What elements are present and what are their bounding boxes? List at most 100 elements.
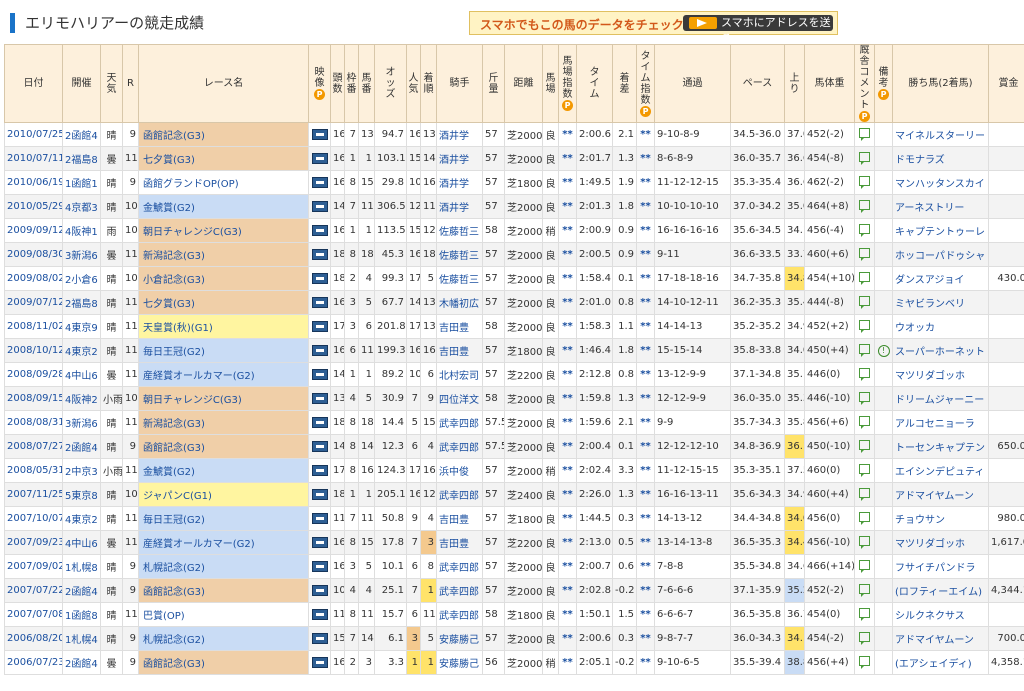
race-venue[interactable]: 2中京3 — [62, 458, 101, 483]
col-time-index[interactable]: タイム指数 P — [636, 44, 655, 123]
race-venue[interactable]: 2福島8 — [62, 290, 101, 315]
race-date[interactable]: 2007/09/02 — [4, 554, 63, 579]
col-last3f[interactable]: 上り — [784, 44, 805, 123]
comment-icon[interactable] — [859, 536, 870, 549]
stable-comment-cell[interactable] — [854, 530, 875, 555]
race-jockey[interactable]: 安藤勝己 — [436, 650, 483, 675]
comment-icon[interactable] — [859, 488, 870, 501]
race-venue[interactable]: 1札幌8 — [62, 554, 101, 579]
col-jockey[interactable]: 騎手 — [436, 44, 483, 123]
comment-icon[interactable] — [859, 584, 870, 597]
col-heads[interactable]: 頭数 — [330, 44, 345, 123]
race-winner[interactable]: マイネルスターリー — [892, 122, 989, 147]
race-name[interactable]: 産経賞オールカマー(G2) — [138, 530, 309, 555]
race-date[interactable]: 2009/09/12 — [4, 218, 63, 243]
race-jockey[interactable]: 四位洋文 — [436, 386, 483, 411]
race-winner[interactable]: ダンスアジョイ — [892, 266, 989, 291]
race-date[interactable]: 2010/07/11 — [4, 146, 63, 171]
col-venue[interactable]: 開催 — [62, 44, 101, 123]
race-name[interactable]: 函館記念(G3) — [138, 122, 309, 147]
race-name[interactable]: 函館記念(G3) — [138, 578, 309, 603]
video-cell[interactable] — [308, 578, 331, 603]
race-winner[interactable]: トーセンキャプテン — [892, 434, 989, 459]
stable-comment-cell[interactable] — [854, 434, 875, 459]
race-name[interactable]: 小倉記念(G3) — [138, 266, 309, 291]
video-cell[interactable] — [308, 242, 331, 267]
race-date[interactable]: 2009/08/02 — [4, 266, 63, 291]
comment-icon[interactable] — [859, 368, 870, 381]
video-icon[interactable] — [311, 272, 328, 284]
video-cell[interactable] — [308, 554, 331, 579]
stable-comment-cell[interactable] — [854, 218, 875, 243]
video-icon[interactable] — [311, 584, 328, 596]
race-date[interactable]: 2006/08/20 — [4, 626, 63, 651]
video-cell[interactable] — [308, 482, 331, 507]
race-date[interactable]: 2007/07/08 — [4, 602, 63, 627]
race-jockey[interactable]: 吉田豊 — [436, 506, 483, 531]
comment-icon[interactable] — [859, 656, 870, 669]
race-winner[interactable]: マツリダゴッホ — [892, 362, 989, 387]
col-winner[interactable]: 勝ち馬(2着馬) — [892, 44, 989, 123]
comment-icon[interactable] — [859, 392, 870, 405]
race-date[interactable]: 2010/07/25 — [4, 122, 63, 147]
race-winner[interactable]: スーパーホーネット — [892, 338, 989, 363]
col-frame[interactable]: 枠番 — [344, 44, 359, 123]
col-passing[interactable]: 通過 — [654, 44, 731, 123]
video-icon[interactable] — [311, 656, 328, 668]
race-winner[interactable]: (エアシェイディ) — [892, 650, 989, 675]
comment-icon[interactable] — [859, 320, 870, 333]
race-date[interactable]: 2010/05/29 — [4, 194, 63, 219]
video-cell[interactable] — [308, 602, 331, 627]
col-finish[interactable]: 着順 — [420, 44, 437, 123]
stable-comment-cell[interactable] — [854, 482, 875, 507]
race-venue[interactable]: 3新潟6 — [62, 242, 101, 267]
race-date[interactable]: 2008/10/12 — [4, 338, 63, 363]
race-name[interactable]: 函館記念(G3) — [138, 650, 309, 675]
race-date[interactable]: 2007/07/22 — [4, 578, 63, 603]
video-icon[interactable] — [311, 608, 328, 620]
video-icon[interactable] — [311, 536, 328, 548]
stable-comment-cell[interactable] — [854, 410, 875, 435]
race-venue[interactable]: 4中山6 — [62, 530, 101, 555]
race-winner[interactable]: (ロフティーエイム) — [892, 578, 989, 603]
col-time[interactable]: タイム — [576, 44, 613, 123]
race-jockey[interactable]: 武幸四郎 — [436, 602, 483, 627]
video-icon[interactable] — [311, 632, 328, 644]
stable-comment-cell[interactable] — [854, 554, 875, 579]
race-venue[interactable]: 3新潟6 — [62, 410, 101, 435]
comment-icon[interactable] — [859, 248, 870, 261]
comment-icon[interactable] — [859, 464, 870, 477]
video-cell[interactable] — [308, 290, 331, 315]
race-name[interactable]: 金鯱賞(G2) — [138, 458, 309, 483]
video-cell[interactable] — [308, 458, 331, 483]
comment-icon[interactable] — [859, 200, 870, 213]
video-cell[interactable] — [308, 530, 331, 555]
race-venue[interactable]: 2函館4 — [62, 122, 101, 147]
stable-comment-cell[interactable] — [854, 602, 875, 627]
race-winner[interactable]: ミヤビランベリ — [892, 290, 989, 315]
race-name[interactable]: 天皇賞(秋)(G1) — [138, 314, 309, 339]
stable-comment-cell[interactable] — [854, 266, 875, 291]
video-cell[interactable] — [308, 194, 331, 219]
col-pace[interactable]: ペース — [730, 44, 785, 123]
video-icon[interactable] — [311, 128, 328, 140]
comment-icon[interactable] — [859, 440, 870, 453]
race-winner[interactable]: チョウサン — [892, 506, 989, 531]
race-jockey[interactable]: 吉田豊 — [436, 314, 483, 339]
race-date[interactable]: 2007/10/07 — [4, 506, 63, 531]
race-date[interactable]: 2008/07/27 — [4, 434, 63, 459]
race-date[interactable]: 2007/11/25 — [4, 482, 63, 507]
col-race-number[interactable]: R — [122, 44, 139, 123]
race-name[interactable]: 金鯱賞(G2) — [138, 194, 309, 219]
col-weather[interactable]: 天気 — [100, 44, 123, 123]
comment-icon[interactable] — [859, 344, 870, 357]
stable-comment-cell[interactable] — [854, 122, 875, 147]
race-jockey[interactable]: 佐藤哲三 — [436, 242, 483, 267]
comment-icon[interactable] — [859, 560, 870, 573]
video-icon[interactable] — [311, 440, 328, 452]
stable-comment-cell[interactable] — [854, 146, 875, 171]
video-cell[interactable] — [308, 434, 331, 459]
race-winner[interactable]: マツリダゴッホ — [892, 530, 989, 555]
race-name[interactable]: 朝日チャレンジC(G3) — [138, 386, 309, 411]
race-venue[interactable]: 2福島8 — [62, 146, 101, 171]
